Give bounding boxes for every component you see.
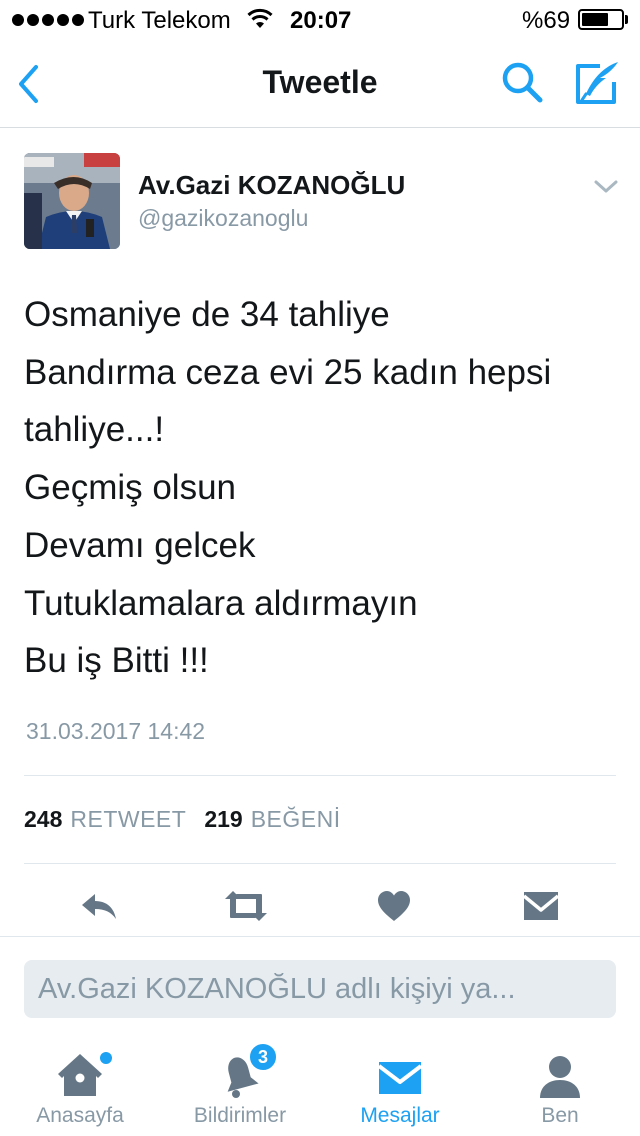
battery-icon	[578, 9, 624, 30]
retweet-count[interactable]: 248	[24, 806, 62, 833]
tab-label: Mesajlar	[360, 1104, 440, 1127]
new-content-indicator	[100, 1052, 112, 1064]
reply-input[interactable]	[24, 960, 616, 1018]
author-handle[interactable]: @gazikozanoglu	[138, 205, 308, 232]
reply-icon	[82, 894, 116, 919]
like-count[interactable]: 219	[204, 806, 242, 833]
tweet-text-line: Osmaniye de 34 tahliye	[24, 295, 390, 334]
divider	[24, 775, 616, 776]
search-icon	[502, 62, 543, 103]
tweet-text: Osmaniye de 34 tahliye Bandırma ceza evi…	[24, 286, 624, 690]
battery-percentage: %69	[522, 7, 571, 34]
tab-notifications[interactable]: 3 Bildirimler	[160, 1040, 320, 1136]
tweet-timestamp: 31.03.2017 14:42	[26, 718, 206, 744]
avatar[interactable]	[24, 153, 120, 249]
tab-bar: Anasayfa 3 Bildirimler Mesajlar Ben	[0, 1040, 640, 1136]
home-icon	[58, 1054, 102, 1096]
message-icon	[522, 892, 560, 920]
compose-tweet-button[interactable]	[570, 58, 624, 108]
envelope-icon	[377, 1062, 423, 1094]
like-label[interactable]: BEĞENİ	[251, 806, 341, 833]
battery-tip	[625, 15, 628, 24]
tweet-stats: 248 RETWEET 219 BEĞENİ	[24, 806, 359, 833]
tab-messages[interactable]: Mesajlar	[320, 1040, 480, 1136]
retweet-icon	[225, 891, 267, 921]
signal-strength-icon	[12, 14, 84, 26]
retweet-button[interactable]	[222, 884, 270, 928]
tweet-text-line: Bandırma ceza evi 25 kadın hepsi	[24, 352, 552, 392]
navigation-bar: Tweetle	[0, 40, 640, 128]
notification-badge: 3	[248, 1042, 278, 1072]
author-name[interactable]: Av.Gazi KOZANOĞLU	[138, 170, 405, 201]
tweet-text-line: Bu iş Bitti !!!	[24, 641, 209, 681]
tweet-text-line: Tutuklamalara aldırmayın	[24, 583, 418, 623]
divider	[0, 936, 640, 937]
tab-label: Anasayfa	[36, 1104, 124, 1127]
reply-button[interactable]	[75, 884, 123, 928]
status-bar: Turk Telekom 20:07 %69	[0, 0, 640, 40]
like-button[interactable]	[370, 884, 418, 928]
retweet-label[interactable]: RETWEET	[70, 806, 186, 833]
tab-home[interactable]: Anasayfa	[0, 1040, 160, 1136]
tweet-text-line: Devamı gelcek	[24, 525, 256, 565]
tweet-text-line: Geçmiş olsun	[24, 468, 237, 508]
direct-message-button[interactable]	[517, 884, 565, 928]
person-icon	[540, 1056, 580, 1098]
tab-profile[interactable]: Ben	[480, 1040, 640, 1136]
heart-icon	[378, 891, 410, 921]
compose-icon	[576, 62, 618, 104]
tweet-actions	[0, 876, 640, 936]
tab-label: Ben	[541, 1104, 579, 1127]
status-time: 20:07	[290, 7, 352, 34]
search-button[interactable]	[498, 58, 548, 108]
tweet-text-line: tahliye...!	[24, 410, 165, 450]
chevron-down-icon	[594, 180, 618, 193]
carrier-name: Turk Telekom	[88, 7, 231, 34]
wifi-icon	[246, 8, 274, 37]
divider	[24, 863, 616, 864]
tweet-options-button[interactable]	[590, 172, 622, 200]
tab-label: Bildirimler	[193, 1104, 287, 1127]
